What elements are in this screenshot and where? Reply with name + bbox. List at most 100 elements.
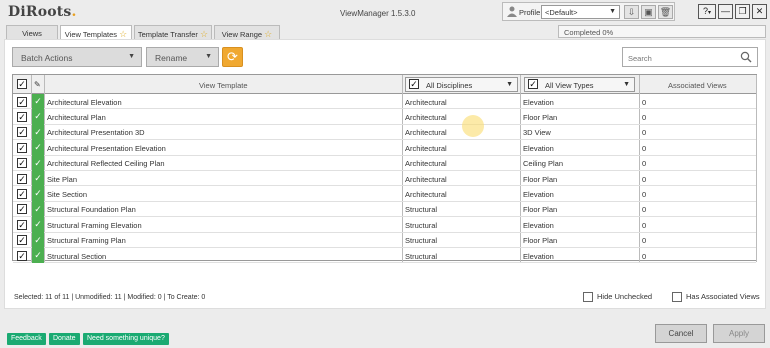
profile-box: Profile <Default> ▼ ⇩ ▣ 🗑 [502, 2, 675, 21]
associated-count-cell: 0 [642, 97, 647, 107]
donate-button[interactable]: Donate [49, 333, 80, 345]
header-view-template: View Template [199, 81, 248, 90]
apply-button[interactable]: Apply [713, 324, 765, 343]
tab-views[interactable]: Views [6, 25, 58, 39]
view-types-checkbox[interactable]: ✓ [528, 79, 538, 89]
tab-template-transfer[interactable]: Template Transfer ☆ [134, 25, 212, 39]
row-checkbox[interactable]: ✓ [17, 158, 27, 169]
status-check-icon: ✓ [32, 186, 44, 202]
templates-table: ✓ ✎ View Template ✓ All Disciplines ▼ ✓ A… [12, 74, 757, 264]
batch-actions-dropdown[interactable]: Batch Actions ▼ [12, 47, 142, 67]
row-checkbox[interactable]: ✓ [17, 219, 27, 230]
chevron-down-icon: ▼ [128, 53, 135, 60]
table-row[interactable]: ✓ ✓ Structural Foundation Plan Structural Fl… [13, 201, 756, 218]
status-check-icon: ✓ [32, 124, 44, 141]
row-checkbox[interactable]: ✓ [17, 173, 27, 184]
table-row[interactable]: ✓ ✓ Architectural Plan Architectural Floor P… [13, 109, 756, 125]
need-something-unique-button[interactable]: Need something unique? [83, 333, 169, 345]
associated-count-cell: 0 [642, 220, 647, 230]
star-icon: ☆ [200, 29, 209, 39]
refresh-icon: ⟳ [227, 49, 238, 64]
hide-unchecked-checkbox[interactable]: Hide Unchecked [583, 292, 652, 303]
star-icon: ☆ [264, 29, 273, 39]
row-checkbox[interactable]: ✓ [17, 111, 27, 122]
discipline-cell: Architectural [405, 97, 447, 107]
table-row[interactable]: ✓ ✓ Site Section Architectural Elevation 0 [13, 186, 756, 202]
search-input[interactable]: Search [622, 47, 758, 67]
rename-dropdown[interactable]: Rename ▼ [146, 47, 219, 67]
table-row[interactable]: ✓ ✓ Structural Framing Plan Structural Floor… [13, 232, 756, 248]
discipline-cell: Structural [405, 236, 438, 246]
import-profile-button[interactable]: ⇩ [624, 5, 639, 19]
checkbox-box [583, 292, 593, 303]
feedback-button[interactable]: Feedback [7, 333, 46, 345]
view-type-cell: 3D View [523, 128, 551, 138]
tab-view-range[interactable]: View Range ☆ [214, 25, 280, 39]
table-row[interactable]: ✓ ✓ Architectural Reflected Ceiling Plan Ar… [13, 155, 756, 171]
minimize-button[interactable]: — [718, 4, 733, 19]
has-associated-views-checkbox[interactable]: Has Associated Views [672, 292, 760, 303]
table-row[interactable]: ✓ ✓ Structural Section Structural Elevation 0 [13, 248, 756, 264]
associated-count-cell: 0 [642, 189, 647, 199]
template-name: Architectural Presentation Elevation [47, 143, 166, 153]
view-types-filter[interactable]: ✓ All View Types ▼ [524, 77, 635, 92]
row-checkbox[interactable]: ✓ [17, 235, 27, 246]
checkbox-box [672, 292, 682, 303]
template-name: Structural Framing Elevation [47, 220, 142, 230]
profile-label: Profile [519, 8, 541, 17]
chevron-down-icon: ▼ [506, 81, 513, 88]
row-checkbox[interactable]: ✓ [17, 250, 27, 261]
refresh-button[interactable]: ⟳ [222, 47, 243, 67]
discipline-cell: Structural [405, 251, 438, 261]
discipline-cell: Architectural [405, 189, 447, 199]
view-type-cell: Floor Plan [523, 236, 558, 246]
disciplines-filter[interactable]: ✓ All Disciplines ▼ [405, 77, 518, 92]
status-check-icon: ✓ [32, 109, 44, 125]
row-checkbox[interactable]: ✓ [17, 127, 27, 138]
cursor-highlight [462, 115, 484, 137]
view-type-cell: Elevation [523, 143, 554, 153]
discipline-cell: Architectural [405, 143, 447, 153]
status-check-icon: ✓ [32, 94, 44, 110]
table-row[interactable]: ✓ ✓ Architectural Elevation Architectural El… [13, 94, 756, 110]
row-checkbox[interactable]: ✓ [17, 204, 27, 215]
template-name: Architectural Reflected Ceiling Plan [47, 159, 165, 169]
chevron-down-icon: ▼ [205, 53, 212, 60]
select-all-checkbox[interactable]: ✓ [17, 79, 27, 89]
view-type-cell: Ceiling Plan [523, 159, 564, 169]
table-row[interactable]: ✓ ✓ Site Plan Architectural Floor Plan 0 [13, 171, 756, 187]
table-row[interactable]: ✓ ✓ Architectural Presentation Elevation Ar… [13, 140, 756, 156]
status-check-icon: ✓ [32, 232, 44, 248]
row-checkbox[interactable]: ✓ [17, 96, 27, 107]
title-bar: DiRoots. ViewManager 1.5.3.0 Profile <De… [0, 0, 770, 24]
table-row[interactable]: ✓ ✓ Architectural Presentation 3D Architect… [13, 124, 756, 141]
discipline-cell: Architectural [405, 159, 447, 169]
view-type-cell: Floor Plan [523, 174, 558, 184]
close-button[interactable]: ✕ [752, 4, 767, 19]
restore-button[interactable]: ❐ [735, 4, 750, 19]
save-profile-button[interactable]: ▣ [641, 5, 656, 19]
template-name: Structural Framing Plan [47, 236, 126, 246]
disciplines-checkbox[interactable]: ✓ [409, 79, 419, 89]
row-checkbox[interactable]: ✓ [17, 142, 27, 153]
discipline-cell: Architectural [405, 128, 447, 138]
template-name: Structural Foundation Plan [47, 205, 136, 215]
status-check-icon: ✓ [32, 217, 44, 233]
cancel-button[interactable]: Cancel [655, 324, 707, 343]
template-name: Architectural Presentation 3D [47, 128, 145, 138]
status-check-icon: ✓ [32, 155, 44, 171]
status-check-icon: ✓ [32, 248, 44, 264]
user-icon [507, 6, 517, 19]
row-checkbox[interactable]: ✓ [17, 188, 27, 199]
view-type-cell: Elevation [523, 189, 554, 199]
associated-count-cell: 0 [642, 174, 647, 184]
profile-select-value: <Default> [545, 8, 578, 17]
table-row[interactable]: ✓ ✓ Structural Framing Elevation Structural… [13, 217, 756, 233]
associated-count-cell: 0 [642, 143, 647, 153]
delete-profile-button[interactable]: 🗑 [658, 5, 673, 19]
associated-count-cell: 0 [642, 251, 647, 261]
profile-select[interactable]: <Default> ▼ [541, 5, 620, 19]
associated-count-cell: 0 [642, 159, 647, 169]
help-button[interactable]: ?▾ [698, 4, 716, 19]
progress-status: Completed 0% [558, 25, 766, 38]
